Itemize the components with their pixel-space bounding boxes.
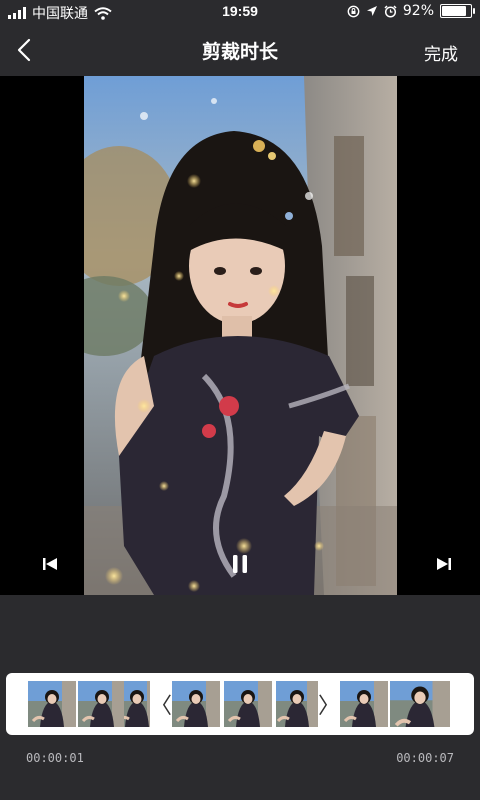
battery-fill — [442, 6, 466, 16]
thumbnail — [28, 681, 76, 727]
battery-percent: 92% — [402, 3, 434, 19]
thumbnail — [390, 681, 450, 727]
status-right: 92% — [347, 3, 475, 19]
video-frame-image — [84, 76, 397, 595]
alarm-icon — [384, 4, 397, 18]
trim-start-time: 00:00:01 — [26, 751, 84, 765]
next-button[interactable] — [430, 550, 458, 578]
battery-icon — [440, 4, 475, 18]
trim-left-handle[interactable]: 〈 — [150, 687, 172, 721]
done-button[interactable]: 完成 — [424, 40, 458, 65]
nav-bar: 剪裁时长 完成 — [0, 24, 480, 76]
video-player[interactable] — [0, 76, 480, 595]
status-bar: 中国联通 19:59 92% — [0, 0, 480, 24]
video-frame[interactable] — [84, 76, 397, 595]
thumbnail — [224, 681, 272, 727]
pause-button[interactable] — [226, 548, 254, 580]
pause-icon — [233, 555, 247, 573]
skip-next-icon — [437, 558, 451, 570]
trim-end-time: 00:00:07 — [396, 751, 454, 765]
location-icon — [366, 6, 377, 16]
trim-filmstrip[interactable]: 〈 〉 — [6, 673, 474, 735]
skip-previous-icon — [43, 558, 57, 570]
rotation-lock-icon — [347, 5, 360, 17]
page-title: 剪裁时长 — [201, 41, 278, 63]
previous-button[interactable] — [36, 550, 64, 578]
thumbnail — [276, 681, 318, 727]
thumbnail — [78, 681, 126, 727]
thumbnail — [172, 681, 220, 727]
thumbnail — [124, 681, 150, 727]
thumbnail — [340, 681, 388, 727]
trim-right-handle[interactable]: 〉 — [318, 687, 340, 721]
